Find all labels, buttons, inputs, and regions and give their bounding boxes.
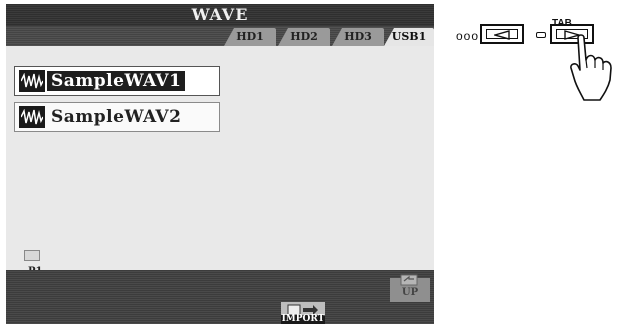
file-list-area: SampleWAV1 SampleWAV2 [6, 46, 434, 270]
tab-hd3[interactable]: HD3 [332, 28, 384, 46]
file-name: SampleWAV1 [47, 71, 186, 91]
import-button[interactable]: IMPORT [281, 302, 325, 324]
import-label: IMPORT [281, 314, 325, 324]
pressing-hand-icon [570, 34, 612, 101]
file-item-samplewav2[interactable]: SampleWAV2 [14, 102, 220, 132]
up-button[interactable]: UP [390, 274, 430, 302]
file-item-samplewav1[interactable]: SampleWAV1 [14, 66, 220, 96]
tab-hd2[interactable]: HD2 [278, 28, 330, 46]
separator-dash [536, 32, 546, 38]
window-title: WAVE [6, 4, 434, 26]
tab-left-button[interactable] [480, 24, 524, 44]
tab-hd1[interactable]: HD1 [224, 28, 276, 46]
waveform-icon [19, 106, 45, 128]
up-label: UP [401, 287, 419, 298]
drive-tab-strip: HD1 HD2 HD3 USB1 [6, 26, 434, 46]
arrow-left-icon [494, 30, 510, 40]
folder-up-icon [400, 274, 418, 286]
dots-indicator: ooo [456, 29, 480, 43]
wave-screen: WAVE HD1 HD2 HD3 USB1 SampleWAV1 SampleW… [6, 4, 434, 324]
tab-usb1[interactable]: USB1 [384, 28, 434, 46]
folder-icon [24, 250, 40, 261]
bottom-bar [6, 270, 434, 324]
file-name: SampleWAV2 [51, 107, 182, 127]
waveform-icon [19, 70, 45, 92]
